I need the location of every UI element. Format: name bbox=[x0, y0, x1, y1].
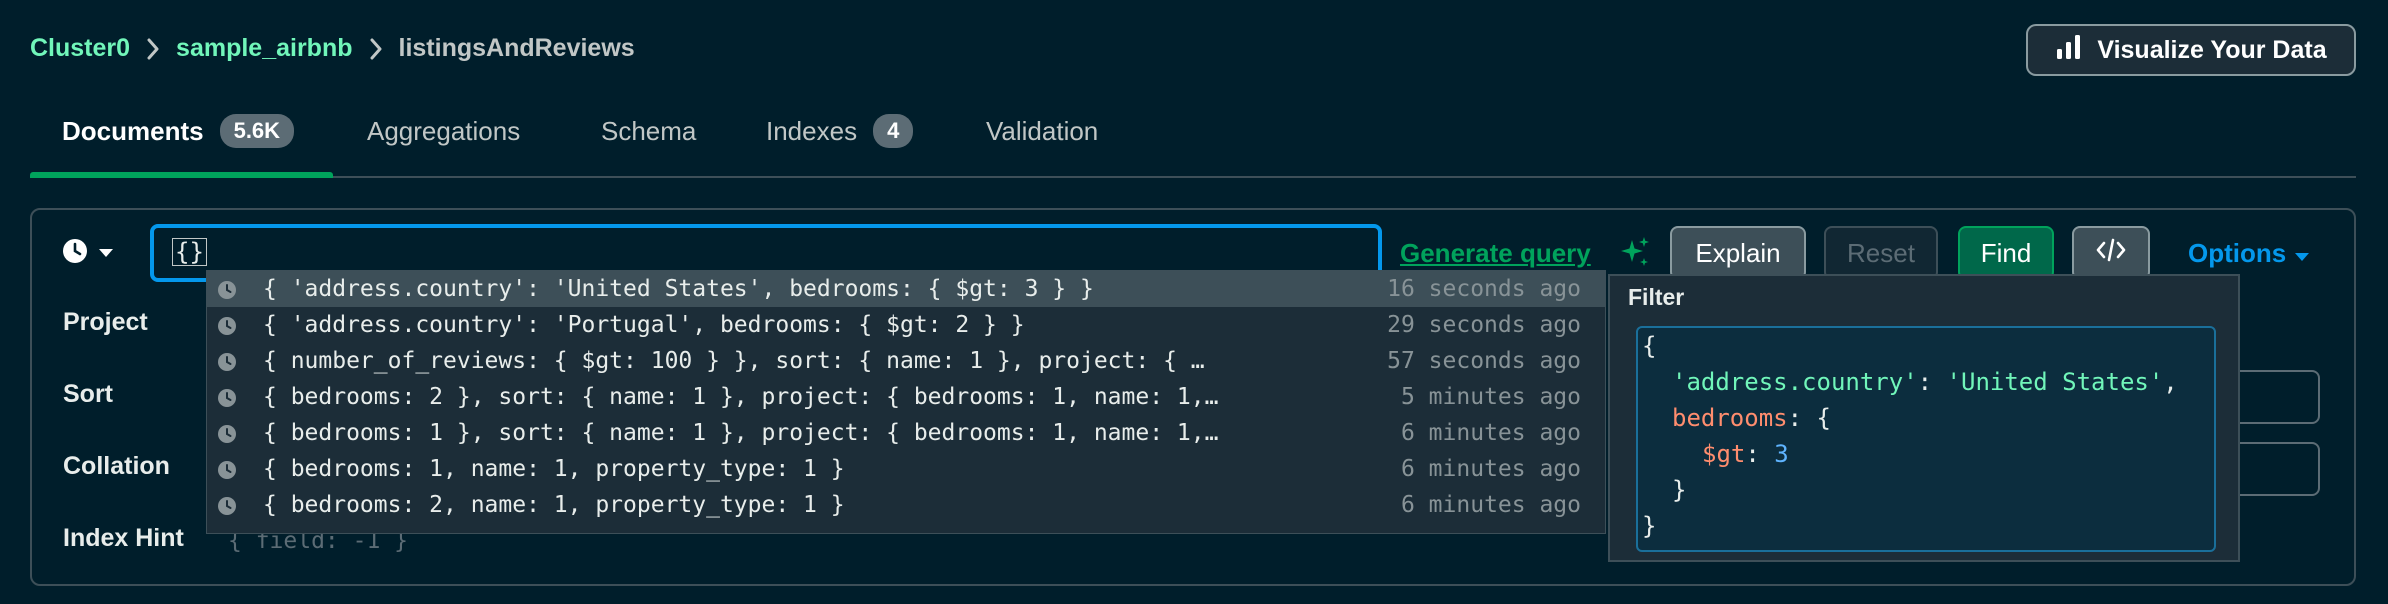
history-item-query: { bedrooms: 2, name: 1, property_type: 1… bbox=[263, 492, 845, 518]
clock-icon bbox=[217, 460, 237, 485]
breadcrumb-database[interactable]: sample_airbnb bbox=[176, 34, 352, 63]
tab-documents-label: Documents bbox=[62, 116, 204, 146]
code-line: } bbox=[1642, 512, 1656, 540]
visualize-data-button[interactable]: Visualize Your Data bbox=[2026, 24, 2356, 76]
history-item-query: { bedrooms: 1 }, sort: { name: 1 }, proj… bbox=[263, 420, 1219, 446]
chevron-right-icon bbox=[142, 36, 164, 62]
history-item-time: 6 minutes ago bbox=[1400, 492, 1581, 518]
history-item-query: { bedrooms: 1, name: 1, property_type: 1… bbox=[263, 456, 845, 482]
tab-indexes-label: Indexes bbox=[766, 116, 858, 146]
code-line: bedrooms: { bbox=[1672, 404, 1831, 432]
index-hint-label: Index Hint bbox=[63, 524, 184, 552]
caret-down-icon bbox=[2294, 238, 2310, 269]
export-code-button[interactable] bbox=[2072, 226, 2150, 280]
breadcrumb: Cluster0 sample_airbnb listingsAndReview… bbox=[30, 34, 635, 63]
documents-count-badge: 5.6K bbox=[219, 114, 295, 148]
history-item[interactable]: { 'address.country': 'United States', be… bbox=[207, 271, 1605, 307]
chevron-right-icon bbox=[365, 36, 387, 62]
tab-validation-label: Validation bbox=[986, 116, 1099, 146]
filter-preview-code: { 'address.country': 'United States', be… bbox=[1636, 326, 2216, 552]
code-line: { bbox=[1642, 332, 1656, 360]
options-toggle[interactable]: Options bbox=[2188, 238, 2310, 269]
clock-icon bbox=[217, 424, 237, 449]
query-history-button[interactable] bbox=[62, 238, 114, 269]
clock-icon bbox=[217, 352, 237, 377]
project-label: Project bbox=[63, 308, 148, 336]
history-item-time: 6 minutes ago bbox=[1400, 456, 1581, 482]
active-tab-indicator bbox=[30, 172, 333, 178]
history-item[interactable]: { bedrooms: 2, name: 1, property_type: 1… bbox=[207, 487, 1605, 523]
code-line: 'address.country': 'United States', bbox=[1672, 368, 2178, 396]
tab-schema-label: Schema bbox=[601, 116, 697, 146]
filter-preview-title: Filter bbox=[1628, 284, 1685, 310]
code-key-gt: $gt bbox=[1702, 440, 1746, 468]
code-brace: } bbox=[1642, 512, 1657, 540]
breadcrumb-collection: listingsAndReviews bbox=[398, 34, 635, 62]
find-button[interactable]: Find bbox=[1958, 226, 2054, 280]
breadcrumb-cluster[interactable]: Cluster0 bbox=[30, 34, 130, 63]
code-line: } bbox=[1672, 476, 1686, 504]
history-item-query: { bedrooms: 2 }, sort: { name: 1 }, proj… bbox=[263, 384, 1219, 410]
history-item[interactable]: { bedrooms: 1, name: 1, property_type: 1… bbox=[207, 451, 1605, 487]
bar-chart-icon bbox=[2055, 34, 2083, 67]
history-item-time: 29 seconds ago bbox=[1387, 312, 1581, 338]
clock-icon bbox=[217, 388, 237, 413]
sort-label: Sort bbox=[63, 380, 113, 408]
explain-button[interactable]: Explain bbox=[1670, 226, 1806, 280]
history-item-query: { 'address.country': 'United States', be… bbox=[263, 276, 1094, 302]
clock-icon bbox=[217, 280, 237, 305]
history-item-time: 16 seconds ago bbox=[1387, 276, 1581, 302]
history-item[interactable]: { number_of_reviews: { $gt: 100 } }, sor… bbox=[207, 343, 1605, 379]
generate-query-link[interactable]: Generate query bbox=[1400, 238, 1591, 269]
history-item[interactable]: { bedrooms: 2 }, sort: { name: 1 }, proj… bbox=[207, 379, 1605, 415]
tab-documents[interactable]: Documents 5.6K bbox=[62, 106, 295, 176]
sort-input[interactable] bbox=[2230, 370, 2320, 424]
clock-icon bbox=[62, 238, 88, 269]
tab-aggregations-label: Aggregations bbox=[367, 116, 521, 146]
code-icon bbox=[2096, 238, 2126, 269]
reset-button[interactable]: Reset bbox=[1824, 226, 1938, 280]
code-key-country: 'address.country' bbox=[1672, 368, 1918, 396]
code-key-bedrooms: bedrooms bbox=[1672, 404, 1788, 432]
history-item[interactable]: { 'address.country': 'Portugal', bedroom… bbox=[207, 307, 1605, 343]
sparkle-icon bbox=[1620, 236, 1650, 273]
tab-aggregations[interactable]: Aggregations bbox=[367, 106, 520, 176]
caret-down-icon bbox=[98, 245, 114, 263]
tab-validation[interactable]: Validation bbox=[986, 106, 1098, 176]
clock-icon bbox=[217, 496, 237, 521]
indexes-count-badge: 4 bbox=[873, 114, 914, 148]
history-item-time: 5 minutes ago bbox=[1400, 384, 1581, 410]
tab-indexes[interactable]: Indexes 4 bbox=[766, 106, 914, 176]
history-item-query: { 'address.country': 'Portugal', bedroom… bbox=[263, 312, 1025, 338]
collation-label: Collation bbox=[63, 452, 170, 480]
clock-icon bbox=[217, 316, 237, 341]
visualize-data-label: Visualize Your Data bbox=[2097, 35, 2327, 64]
code-brace: { bbox=[1642, 332, 1657, 360]
history-item-time: 6 minutes ago bbox=[1400, 420, 1581, 446]
query-history-dropdown: { 'address.country': 'United States', be… bbox=[206, 270, 1606, 534]
code-value-country: 'United States' bbox=[1946, 368, 2164, 396]
code-line: $gt: 3 bbox=[1702, 440, 1789, 468]
code-brace: } bbox=[1672, 476, 1687, 504]
filter-preview-popover: Filter { 'address.country': 'United Stat… bbox=[1608, 274, 2240, 562]
code-value-gt: 3 bbox=[1774, 440, 1789, 468]
history-item-time: 57 seconds ago bbox=[1387, 348, 1581, 374]
options-label: Options bbox=[2188, 238, 2287, 268]
filter-input-value: {} bbox=[172, 238, 207, 266]
history-item-query: { number_of_reviews: { $gt: 100 } }, sor… bbox=[263, 348, 1205, 374]
tab-schema[interactable]: Schema bbox=[601, 106, 696, 176]
collation-input[interactable] bbox=[2230, 442, 2320, 496]
tab-bar: Documents 5.6K Aggregations Schema Index… bbox=[30, 106, 2356, 178]
history-item[interactable]: { bedrooms: 1 }, sort: { name: 1 }, proj… bbox=[207, 415, 1605, 451]
